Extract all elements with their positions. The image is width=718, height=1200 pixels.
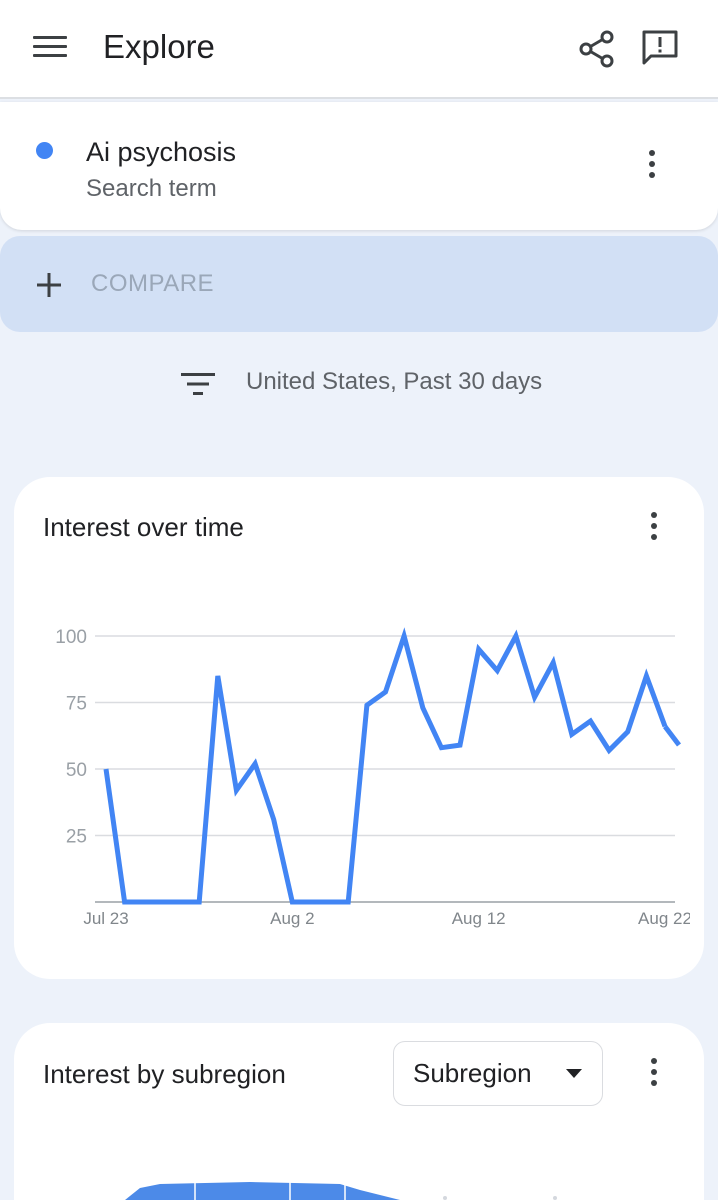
compare-label: COMPARE	[91, 270, 215, 297]
top-app-bar: Explore	[0, 0, 718, 99]
term-more-options-icon[interactable]	[640, 150, 664, 182]
dropdown-caret-icon	[566, 1069, 582, 1078]
page-title: Explore	[103, 28, 215, 65]
share-icon[interactable]	[578, 30, 616, 68]
x-tick-label: Jul 23	[83, 909, 128, 928]
x-tick-label: Aug 2	[270, 909, 314, 928]
feedback-icon[interactable]	[640, 28, 680, 68]
x-tick-label: Aug 22	[638, 909, 690, 928]
search-term-name[interactable]: Ai psychosis	[86, 137, 236, 168]
filter-icon	[181, 373, 215, 395]
interest-line-chart: 100 75 50 25 Jul 23 Aug 2 Aug 12 Aug 22	[55, 627, 690, 928]
menu-icon[interactable]	[33, 36, 67, 64]
subregion-dropdown-value: Subregion	[413, 1058, 532, 1088]
y-tick-label: 75	[66, 694, 87, 715]
series-line-end	[663, 724, 681, 747]
y-tick-label: 25	[66, 827, 87, 848]
chart-more-options-icon[interactable]	[642, 512, 666, 544]
x-tick-label: Aug 12	[452, 909, 506, 928]
us-map-preview	[125, 1182, 557, 1200]
y-tick-label: 50	[66, 760, 87, 781]
y-tick-label: 100	[55, 627, 87, 648]
filter-summary: United States, Past 30 days	[246, 368, 543, 395]
interest-by-subregion-title: Interest by subregion	[43, 1059, 286, 1089]
term-color-dot	[36, 142, 53, 159]
subregion-more-options-icon[interactable]	[642, 1058, 666, 1090]
plus-icon	[37, 273, 61, 297]
interest-over-time-title: Interest over time	[43, 512, 244, 542]
subregion-dropdown[interactable]: Subregion	[393, 1041, 603, 1106]
search-term-type: Search term	[86, 175, 217, 202]
